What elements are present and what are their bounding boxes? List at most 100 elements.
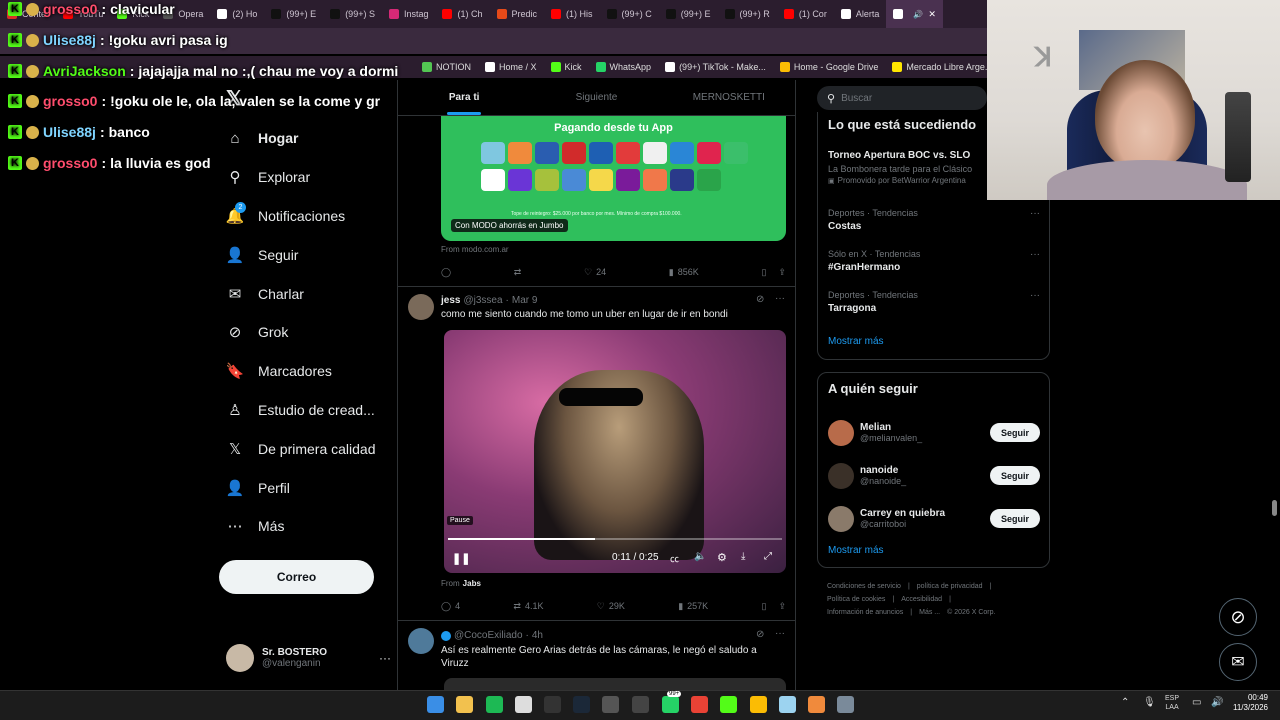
browser-tab[interactable]: Alerta [834, 0, 887, 28]
browser-tab[interactable]: (99+) C [600, 0, 659, 28]
follow-suggestion[interactable]: Carrey en quiebra @carritoboi Seguir [828, 497, 1040, 540]
trend-item[interactable]: Deportes · Tendencias Costas ··· [828, 208, 1040, 249]
sidebar-item-bookmark[interactable]: 🔖 Marcadores [226, 352, 396, 391]
more-icon[interactable]: ··· [775, 628, 785, 639]
volume-icon[interactable]: 🔊 [1211, 697, 1223, 708]
share-icon[interactable]: ⇪ [778, 601, 786, 612]
kick-icon[interactable] [720, 696, 737, 713]
browser-tab[interactable]: (99+) S [323, 0, 382, 28]
network-icon[interactable]: ▭ [1192, 697, 1201, 708]
browser-tab[interactable]: (99+) E [659, 0, 718, 28]
tab-audio-icon[interactable]: 🔊 [913, 10, 923, 19]
messages-float-button[interactable]: ✉ [1219, 643, 1257, 681]
volume-icon[interactable]: 🔈 [694, 551, 706, 562]
page-scrollbar[interactable] [1272, 500, 1277, 516]
follow-button[interactable]: Seguir [990, 466, 1040, 485]
footer-link[interactable]: Política de cookies [827, 595, 885, 604]
app-icon[interactable] [602, 696, 619, 713]
obs-icon[interactable] [632, 696, 649, 713]
more-icon[interactable]: ··· [379, 651, 391, 665]
sidebar-item-bell[interactable]: 🔔 2 Notificaciones [226, 197, 396, 236]
tab-mernosketti[interactable]: MERNOSKETTI [663, 80, 795, 115]
post-date[interactable]: Mar 9 [512, 295, 538, 306]
sidebar-item-creator-studio[interactable]: ♙ Estudio de cread... [226, 391, 396, 430]
more-icon[interactable]: ··· [1030, 290, 1040, 301]
like-button[interactable]: ♡ 29K [597, 601, 625, 612]
post-time[interactable]: 4h [532, 630, 543, 641]
post-button[interactable]: Correo [219, 560, 374, 594]
retweet-button[interactable]: ⇄ 4.1K [513, 601, 543, 612]
views-button[interactable]: ▮ 257K [678, 601, 708, 612]
ad-image[interactable]: Pagando desde tu App Tope de reintegro: … [441, 116, 786, 241]
grok-icon[interactable]: ⊘ [756, 294, 764, 305]
account-switcher[interactable]: Sr. BOSTERO @valenganin ··· [226, 643, 391, 673]
video-player[interactable]: Pause ❚❚ 0:11 / 0:25 ㏄ 🔈 ⚙ ⤓ ⤢ [444, 330, 786, 573]
chat-username[interactable]: grosso0 [43, 1, 97, 17]
video-progress-track[interactable] [448, 538, 782, 540]
chrome-icon[interactable] [750, 696, 767, 713]
app-icon[interactable] [808, 696, 825, 713]
store-icon[interactable] [515, 696, 532, 713]
browser-tab[interactable]: (99+) E [264, 0, 323, 28]
more-icon[interactable]: ··· [1030, 208, 1040, 219]
ad-source[interactable]: From modo.com.ar [441, 245, 509, 254]
captions-icon[interactable]: ㏄ [670, 552, 679, 565]
footer-link[interactable]: Accesibilidad [901, 595, 942, 604]
browser-tab[interactable]: (2) Ho [210, 0, 264, 28]
bookmark-icon[interactable]: ▯ [761, 267, 766, 278]
avatar[interactable] [408, 294, 434, 320]
tab-para-ti[interactable]: Para ti [398, 80, 530, 115]
grok-float-button[interactable]: ⊘ [1219, 598, 1257, 636]
chat-username[interactable]: grosso0 [43, 93, 97, 109]
clock[interactable]: 00:49 11/3/2026 [1228, 693, 1268, 713]
more-icon[interactable]: ··· [1030, 249, 1040, 260]
chat-username[interactable]: Ulise88j [43, 124, 96, 140]
chat-username[interactable]: AvriJackson [43, 63, 126, 79]
spotify-icon[interactable] [486, 696, 503, 713]
browser-tab[interactable]: Instag [382, 0, 436, 28]
tray-chevron-icon[interactable]: ⌃ [1121, 697, 1129, 708]
footer-link[interactable]: política de privacidad [917, 582, 983, 591]
bookmark-item[interactable]: (99+) TikTok - Make... [665, 62, 766, 72]
bookmark-item[interactable]: NOTION [422, 62, 471, 72]
bookmark-item[interactable]: Home - Google Drive [779, 62, 878, 72]
browser-tab[interactable]: Predic [490, 0, 545, 28]
chat-username[interactable]: Ulise88j [43, 32, 96, 48]
show-more-link[interactable]: Mostrar más [828, 336, 884, 347]
footer-link[interactable]: Más ... [919, 608, 940, 617]
whatsapp-icon[interactable] [662, 696, 679, 713]
language-indicator[interactable]: ESP LAA [1165, 694, 1179, 712]
bookmark-icon[interactable]: ▯ [761, 601, 766, 612]
bookmark-item[interactable]: Mercado Libre Arge... [892, 62, 992, 72]
steam-icon[interactable] [573, 696, 590, 713]
post-media[interactable] [444, 678, 786, 690]
follow-show-more-link[interactable]: Mostrar más [828, 545, 884, 556]
search-input[interactable]: ⚲ Buscar [817, 86, 987, 110]
more-icon[interactable]: ··· [775, 293, 785, 304]
bookmark-item[interactable]: WhatsApp [595, 62, 651, 72]
follow-button[interactable]: Seguir [990, 423, 1040, 442]
mic-icon[interactable]: 🎙 [1143, 697, 1156, 708]
footer-link[interactable]: Información de anuncios [827, 608, 903, 617]
share-icon[interactable]: ⇪ [778, 267, 786, 278]
bookmark-item[interactable]: Kick [550, 62, 582, 72]
trend-item[interactable]: Deportes · Tendencias Tarragona ··· [828, 290, 1040, 331]
file-explorer-icon[interactable] [456, 696, 473, 713]
follow-suggestion[interactable]: Melian @melianvalen_ Seguir [828, 411, 1040, 454]
footer-link[interactable]: Condiciones de servicio [827, 582, 901, 591]
chat-username[interactable]: grosso0 [43, 155, 97, 171]
views-button[interactable]: ▮ 856K [669, 267, 699, 278]
bookmark-item[interactable]: Home / X [485, 62, 537, 72]
follow-suggestion[interactable]: nanoide @nanoide_ Seguir [828, 454, 1040, 497]
follow-button[interactable]: Seguir [990, 509, 1040, 528]
sidebar-item-profile[interactable]: 👤 Perfil [226, 468, 396, 507]
chrome-icon[interactable] [691, 696, 708, 713]
notepad-icon[interactable] [779, 696, 796, 713]
sidebar-item-search[interactable]: ⚲ Explorar [226, 158, 396, 197]
grok-icon[interactable]: ⊘ [756, 629, 764, 640]
settings-icon[interactable]: ⚙ [717, 551, 727, 564]
author-handle[interactable]: @j3ssea [463, 295, 502, 306]
trend-item[interactable]: Sólo en X · Tendencias #GranHermano ··· [828, 249, 1040, 290]
retweet-icon[interactable]: ⇄ [514, 267, 522, 278]
fullscreen-icon[interactable]: ⤢ [764, 551, 772, 562]
